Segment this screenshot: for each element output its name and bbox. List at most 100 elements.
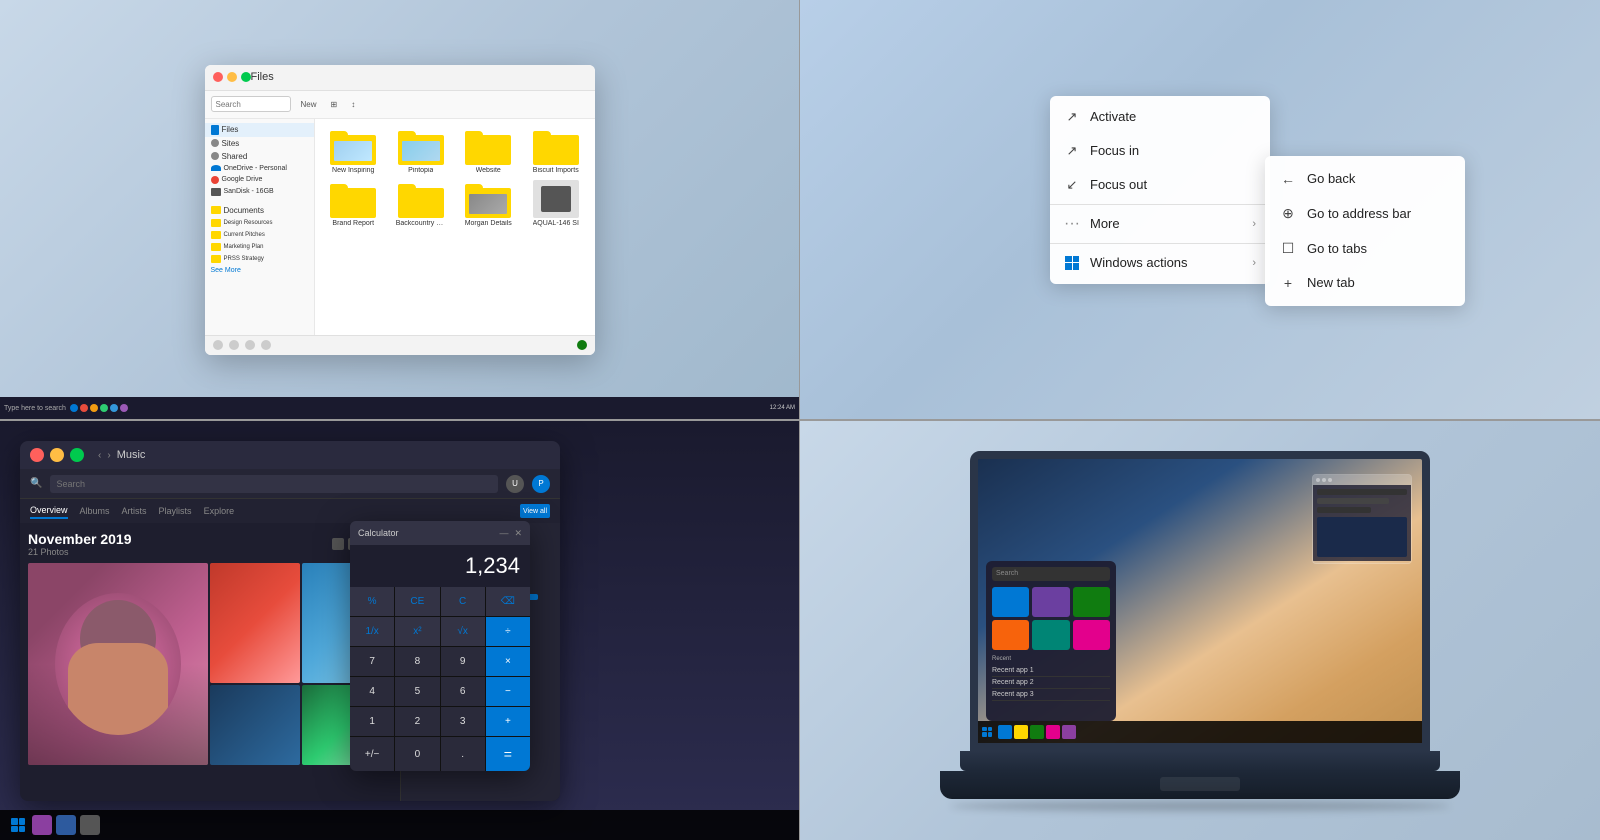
- start-icon[interactable]: [982, 727, 992, 737]
- calc-minimize[interactable]: —: [499, 528, 508, 538]
- calc-btn-divide[interactable]: ÷: [486, 617, 530, 646]
- folder-website[interactable]: Website: [458, 127, 520, 174]
- taskbar-icon-photos[interactable]: [32, 815, 52, 835]
- calc-btn-1[interactable]: 1: [350, 707, 394, 736]
- calc-btn-percent[interactable]: %: [350, 587, 394, 616]
- sidebar-item-sites[interactable]: Sites: [205, 137, 314, 150]
- calc-btn-3[interactable]: 3: [441, 707, 485, 736]
- start-button[interactable]: [8, 815, 28, 835]
- footer-icon-4[interactable]: [261, 340, 271, 350]
- calc-btn-sqrt[interactable]: √x: [441, 617, 485, 646]
- calc-btn-7[interactable]: 7: [350, 647, 394, 676]
- calc-btn-c[interactable]: C: [441, 587, 485, 616]
- calc-btn-decimal[interactable]: .: [441, 737, 485, 771]
- app-icon-store[interactable]: [1032, 587, 1069, 617]
- sidebar-item-shared[interactable]: Shared: [205, 150, 314, 163]
- calc-btn-8[interactable]: 8: [395, 647, 439, 676]
- taskbar-icon-4[interactable]: [110, 404, 118, 412]
- calc-btn-9[interactable]: 9: [441, 647, 485, 676]
- taskbar-icon-files[interactable]: [80, 815, 100, 835]
- calc-close[interactable]: ✕: [514, 528, 522, 539]
- sidebar-item-googledrive[interactable]: Google Drive: [205, 174, 314, 186]
- tab-artists[interactable]: Artists: [122, 504, 147, 518]
- footer-icon-2[interactable]: [229, 340, 239, 350]
- folder-new-inspiring[interactable]: New Inspiring: [323, 127, 385, 174]
- folder-brand-report[interactable]: Brand Report: [323, 180, 385, 227]
- footer-icon-1[interactable]: [213, 340, 223, 350]
- new-button[interactable]: New: [297, 98, 321, 111]
- folder-pintopia[interactable]: Pintopia: [390, 127, 452, 174]
- minimize-button[interactable]: [50, 448, 64, 462]
- maximize-button[interactable]: [241, 72, 251, 82]
- menu-item-windows-actions[interactable]: Windows actions ›: [1050, 246, 1270, 280]
- calc-btn-0[interactable]: 0: [395, 737, 439, 771]
- sidebar-item-marketing[interactable]: Marketing Plan: [205, 241, 314, 253]
- profile-avatar[interactable]: P: [532, 475, 550, 493]
- calc-btn-square[interactable]: x²: [395, 617, 439, 646]
- taskbar-icon-2[interactable]: [90, 404, 98, 412]
- taskbar-icon-1[interactable]: [80, 404, 88, 412]
- app-icon-maps[interactable]: [1032, 620, 1069, 650]
- folder-morgan[interactable]: Morgan Details: [458, 180, 520, 227]
- sidebar-item-onedrive[interactable]: OneDrive - Personal: [205, 163, 314, 174]
- forward-nav[interactable]: ›: [107, 450, 110, 461]
- recent-item-2[interactable]: Recent app 2: [992, 677, 1110, 689]
- calc-btn-add[interactable]: +: [486, 707, 530, 736]
- submenu-item-address-bar[interactable]: ⊕ Go to address bar: [1265, 196, 1465, 231]
- tab-overview[interactable]: Overview: [30, 503, 68, 519]
- submenu-item-tabs[interactable]: ☐ Go to tabs: [1265, 231, 1465, 266]
- close-button[interactable]: [213, 72, 223, 82]
- calc-btn-6[interactable]: 6: [441, 677, 485, 706]
- view-icon-1[interactable]: [332, 538, 344, 550]
- calc-btn-multiply[interactable]: ×: [486, 647, 530, 676]
- sidebar-item-prss[interactable]: PRSS Strategy: [205, 253, 314, 265]
- laptop-tb-store[interactable]: [1030, 725, 1044, 739]
- sidebar-item-pitches[interactable]: Current Pitches: [205, 229, 314, 241]
- submenu-item-go-back[interactable]: ← Go back: [1265, 162, 1465, 196]
- tab-playlists[interactable]: Playlists: [159, 504, 192, 518]
- footer-icon-3[interactable]: [245, 340, 255, 350]
- user-avatar[interactable]: U: [506, 475, 524, 493]
- app-icon-photos[interactable]: [992, 620, 1029, 650]
- laptop-tb-edge[interactable]: [998, 725, 1012, 739]
- menu-item-focus-in[interactable]: ↗ Focus in: [1050, 134, 1270, 168]
- taskbar-icon-edge[interactable]: [70, 404, 78, 412]
- taskbar-icon-5[interactable]: [120, 404, 128, 412]
- calc-btn-backspace[interactable]: ⌫: [486, 587, 530, 616]
- view-button[interactable]: ⊞: [327, 98, 342, 111]
- music-search-input[interactable]: [50, 475, 498, 493]
- minimize-button[interactable]: [227, 72, 237, 82]
- sort-button[interactable]: ↕: [347, 98, 359, 111]
- calc-btn-reciprocal[interactable]: 1/x: [350, 617, 394, 646]
- file-aqual[interactable]: AQUAL-146 SI: [525, 180, 587, 227]
- app-icon-mail[interactable]: [1073, 620, 1110, 650]
- calc-btn-ce[interactable]: CE: [395, 587, 439, 616]
- calc-btn-negate[interactable]: +/−: [350, 737, 394, 771]
- sidebar-item-sandisk[interactable]: SanDisk - 16GB: [205, 186, 314, 198]
- search-input[interactable]: [211, 96, 291, 112]
- laptop-tb-mail[interactable]: [1046, 725, 1060, 739]
- app-icon-xbox[interactable]: [1073, 587, 1110, 617]
- recent-item-1[interactable]: Recent app 1: [992, 665, 1110, 677]
- sidebar-item-see-more[interactable]: See More: [205, 265, 314, 276]
- close-button[interactable]: [30, 448, 44, 462]
- sidebar-item-documents[interactable]: Documents: [205, 204, 314, 217]
- menu-item-activate[interactable]: ↗ Activate: [1050, 100, 1270, 134]
- calc-btn-4[interactable]: 4: [350, 677, 394, 706]
- folder-biscuit[interactable]: Biscuit Imports: [525, 127, 587, 174]
- back-nav[interactable]: ‹: [98, 450, 101, 461]
- sidebar-item-design[interactable]: Design Resources: [205, 217, 314, 229]
- calc-btn-subtract[interactable]: −: [486, 677, 530, 706]
- laptop-touchpad[interactable]: [1160, 777, 1240, 791]
- sidebar-item-files[interactable]: Files: [205, 123, 314, 137]
- submenu-item-new-tab[interactable]: + New tab: [1265, 266, 1465, 300]
- app-icon-edge[interactable]: [992, 587, 1029, 617]
- photo-woman[interactable]: [28, 563, 208, 765]
- view-all-btn[interactable]: View all: [520, 504, 550, 518]
- photo-ocean-dark[interactable]: [210, 685, 300, 765]
- calc-btn-2[interactable]: 2: [395, 707, 439, 736]
- calc-btn-equals[interactable]: =: [486, 737, 530, 771]
- calc-btn-5[interactable]: 5: [395, 677, 439, 706]
- recent-item-3[interactable]: Recent app 3: [992, 689, 1110, 701]
- laptop-tb-files[interactable]: [1014, 725, 1028, 739]
